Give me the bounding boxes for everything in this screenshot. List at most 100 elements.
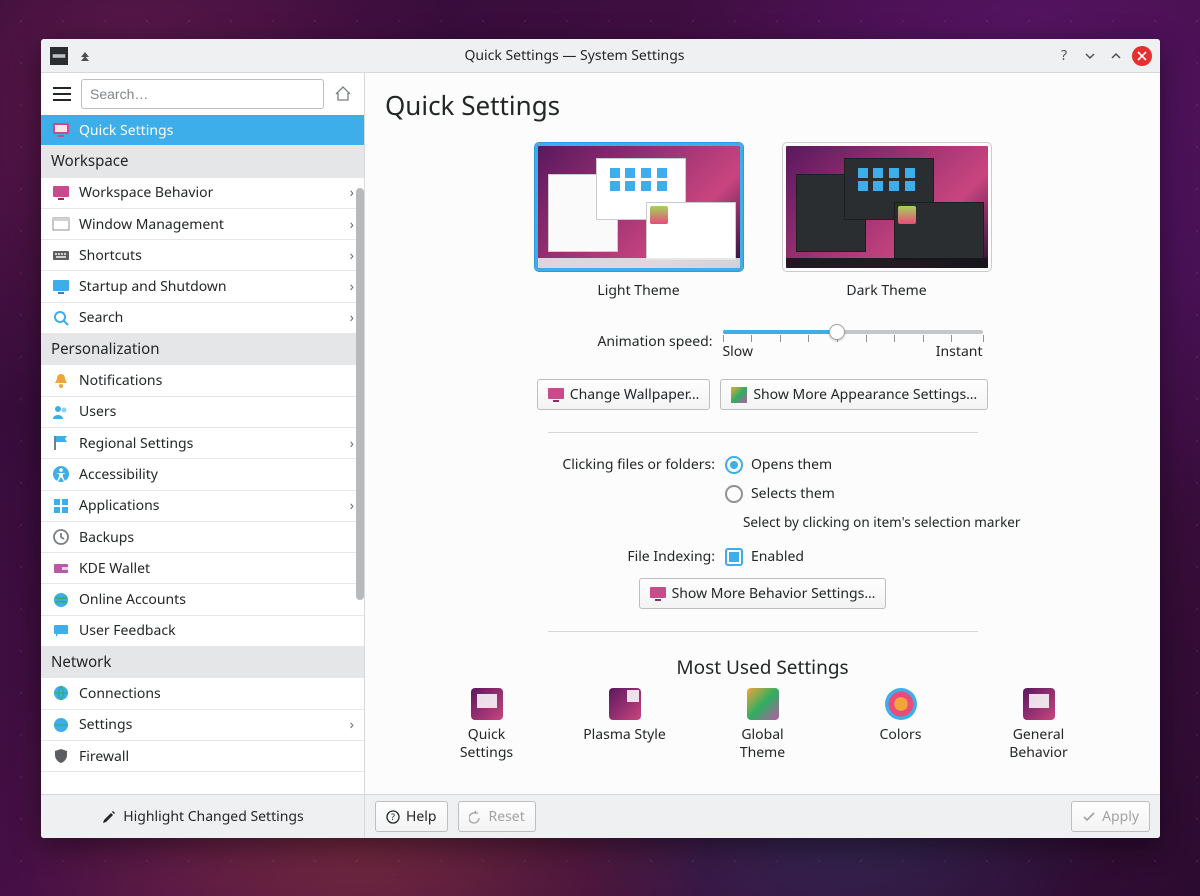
reset-button[interactable]: Reset: [458, 801, 536, 832]
chevron-right-icon: ›: [350, 434, 354, 453]
divider: [548, 631, 978, 632]
theme-option-dark[interactable]: Dark Theme: [783, 143, 991, 300]
button-label: Reset: [489, 807, 525, 826]
help-icon: ?: [386, 810, 400, 824]
divider: [548, 432, 978, 433]
sidebar-item-notifications[interactable]: Notifications: [41, 365, 364, 396]
chevron-right-icon: ›: [350, 246, 354, 265]
keep-above-icon[interactable]: [75, 46, 95, 66]
hamburger-icon[interactable]: [49, 81, 75, 107]
backup-icon: [51, 527, 71, 547]
theme-icon: [747, 688, 779, 720]
most-used-label: General Behavior: [994, 726, 1084, 761]
sidebar-item-network-settings[interactable]: Settings ›: [41, 710, 364, 741]
change-wallpaper-button[interactable]: Change Wallpaper…: [537, 379, 711, 410]
theme-label-dark: Dark Theme: [846, 281, 926, 300]
close-icon[interactable]: [1132, 46, 1152, 66]
theme-thumbnail-dark: [783, 143, 991, 271]
chevron-right-icon: ›: [350, 215, 354, 234]
svg-text:?: ?: [391, 810, 395, 823]
apply-button[interactable]: Apply: [1071, 801, 1150, 832]
sidebar-item-regional[interactable]: Regional Settings ›: [41, 428, 364, 459]
sidebar-item-user-feedback[interactable]: User Feedback: [41, 616, 364, 647]
radio-label: Opens them: [751, 455, 832, 474]
sidebar-item-label: Accessibility: [79, 465, 354, 484]
radio-label: Selects them: [751, 484, 835, 503]
sidebar-item-window-management[interactable]: Window Management ›: [41, 209, 364, 240]
sidebar-item-label: Online Accounts: [79, 590, 354, 609]
sidebar-item-firewall[interactable]: Firewall: [41, 741, 364, 772]
monitor-icon: [471, 688, 503, 720]
animation-speed-slider[interactable]: [723, 322, 983, 342]
sidebar-item-accessibility[interactable]: Accessibility: [41, 459, 364, 490]
most-used-label: Global Theme: [718, 726, 808, 761]
button-label: Change Wallpaper…: [570, 385, 700, 404]
sidebar-item-label: Notifications: [79, 371, 354, 390]
main-pane: Quick Settings: [365, 73, 1160, 838]
show-behavior-button[interactable]: Show More Behavior Settings…: [639, 578, 887, 609]
screen-icon: [51, 277, 71, 297]
sidebar-item-label: Search: [79, 308, 350, 327]
help-icon[interactable]: ?: [1054, 46, 1074, 66]
sidebar-item-workspace-behavior[interactable]: Workspace Behavior ›: [41, 178, 364, 209]
globe-icon: [51, 683, 71, 703]
users-icon: [51, 402, 71, 422]
radio-selects-them[interactable]: Selects them: [725, 484, 835, 503]
most-used-quick-settings[interactable]: Quick Settings: [442, 688, 532, 761]
theme-label-light: Light Theme: [597, 281, 679, 300]
sidebar-scrollbar[interactable]: [356, 188, 364, 600]
radio-opens-them[interactable]: Opens them: [725, 455, 832, 474]
shield-icon: [51, 746, 71, 766]
bell-icon: [51, 371, 71, 391]
app-icon: [49, 46, 69, 66]
access-icon: [51, 464, 71, 484]
sidebar-item-backups[interactable]: Backups: [41, 522, 364, 553]
clicking-label: Clicking files or folders:: [385, 455, 715, 474]
checkbox-file-indexing[interactable]: Enabled: [725, 547, 804, 566]
monitor-icon: [548, 388, 564, 402]
sidebar-item-connections[interactable]: Connections: [41, 678, 364, 709]
sidebar-header-personalization: Personalization: [41, 334, 364, 365]
keyboard-icon: [51, 245, 71, 265]
most-used-plasma-style[interactable]: Plasma Style: [580, 688, 670, 761]
sidebar-item-label: Firewall: [79, 747, 354, 766]
sidebar-item-kde-wallet[interactable]: KDE Wallet: [41, 553, 364, 584]
window-icon: [51, 214, 71, 234]
sidebar-item-quick-settings[interactable]: Quick Settings: [41, 115, 364, 146]
chevron-right-icon: ›: [350, 496, 354, 515]
most-used-colors[interactable]: Colors: [856, 688, 946, 761]
animation-speed-label: Animation speed:: [543, 332, 713, 351]
theme-option-light[interactable]: Light Theme: [535, 143, 743, 300]
most-used-title: Most Used Settings: [385, 654, 1140, 680]
feedback-icon: [51, 621, 71, 641]
sidebar-list: Quick Settings Workspace Workspace Behav…: [41, 115, 364, 794]
sidebar-item-label: Quick Settings: [79, 121, 354, 140]
button-label: Show More Appearance Settings…: [753, 385, 977, 404]
show-appearance-button[interactable]: Show More Appearance Settings…: [720, 379, 988, 410]
sidebar-item-users[interactable]: Users: [41, 397, 364, 428]
appearance-icon: [731, 387, 747, 403]
chevron-right-icon: ›: [350, 183, 354, 202]
monitor-icon: [650, 587, 666, 601]
help-button[interactable]: ? Help: [375, 801, 448, 832]
sidebar-item-applications[interactable]: Applications ›: [41, 491, 364, 522]
sidebar-item-label: Workspace Behavior: [79, 183, 350, 202]
apps-icon: [51, 496, 71, 516]
titlebar: Quick Settings — System Settings ?: [41, 39, 1160, 73]
search-input[interactable]: [81, 79, 324, 109]
monitor-icon: [51, 120, 71, 140]
highlight-changed-button[interactable]: Highlight Changed Settings: [93, 803, 311, 830]
globe-icon: [51, 715, 71, 735]
sidebar-item-label: Connections: [79, 684, 354, 703]
sidebar-item-startup-shutdown[interactable]: Startup and Shutdown ›: [41, 271, 364, 302]
most-used-general-behavior[interactable]: General Behavior: [994, 688, 1084, 761]
maximize-icon[interactable]: [1106, 46, 1126, 66]
sidebar-item-label: Startup and Shutdown: [79, 277, 350, 296]
sidebar-item-shortcuts[interactable]: Shortcuts ›: [41, 240, 364, 271]
click-hint: Select by clicking on item's selection m…: [743, 513, 1140, 531]
minimize-icon[interactable]: [1080, 46, 1100, 66]
sidebar-item-online-accounts[interactable]: Online Accounts: [41, 584, 364, 615]
sidebar-item-search[interactable]: Search ›: [41, 303, 364, 334]
most-used-global-theme[interactable]: Global Theme: [718, 688, 808, 761]
home-icon[interactable]: [330, 81, 356, 107]
